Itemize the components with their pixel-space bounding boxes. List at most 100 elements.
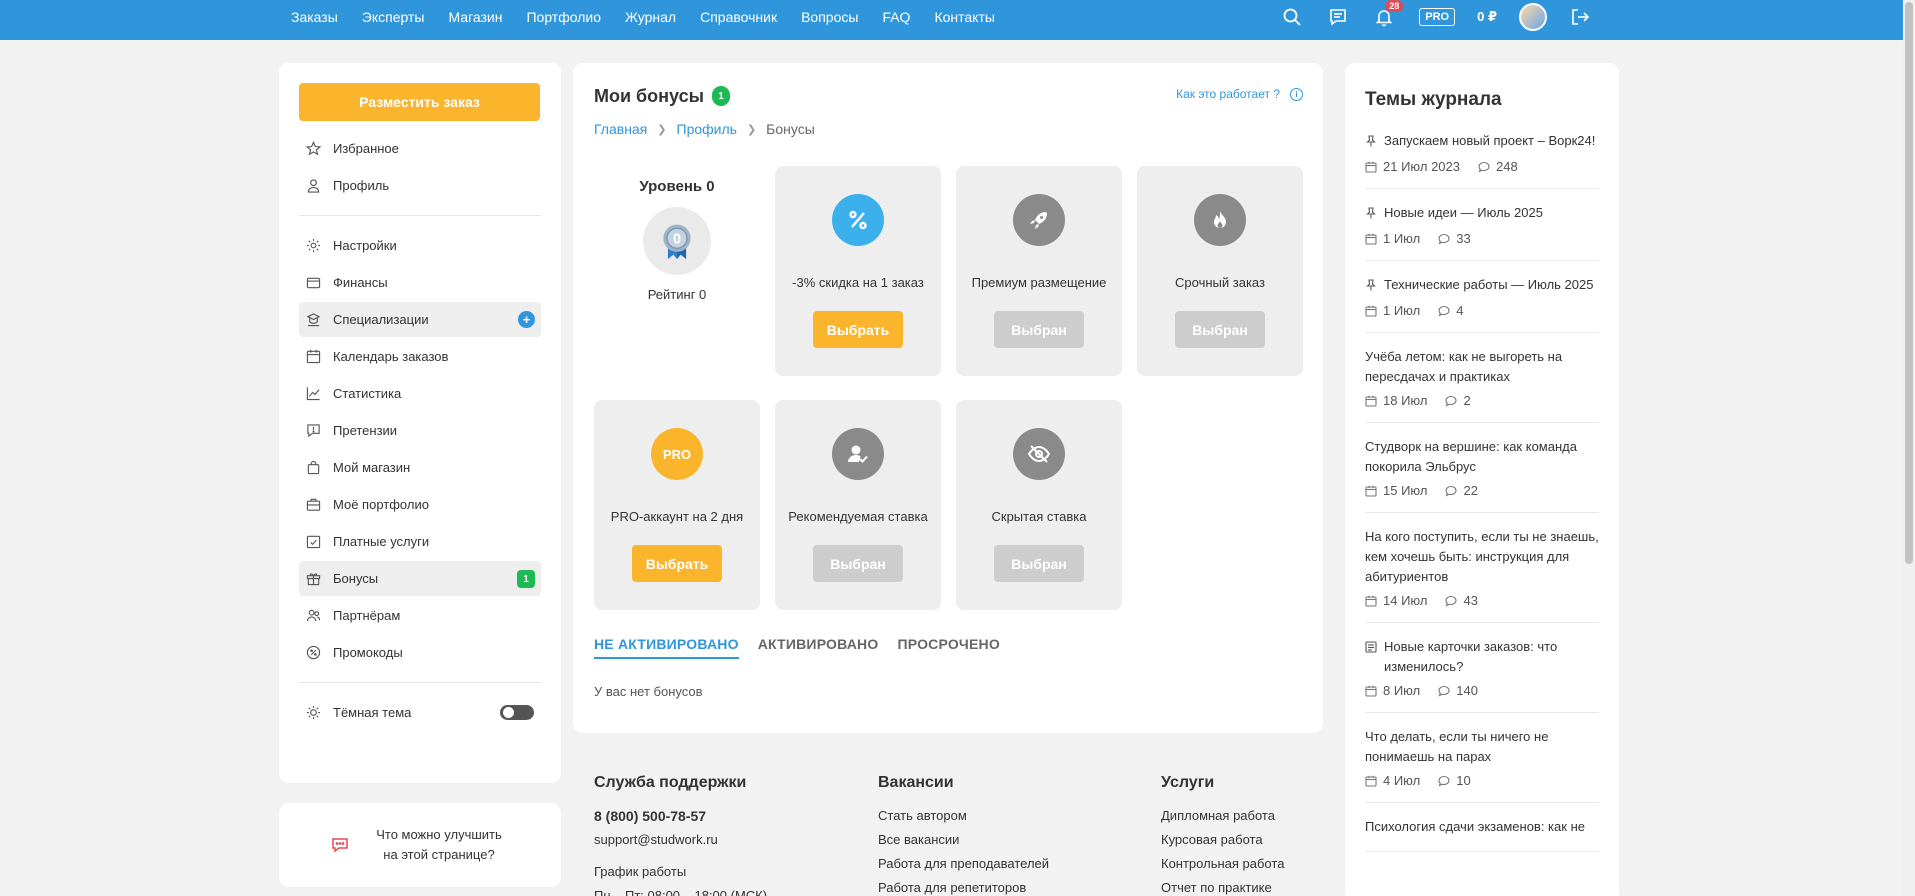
- bonus-card-recommended-bid: Рекомендуемая ставка Выбран: [775, 400, 941, 610]
- sidebar-item-claims[interactable]: Претензии: [299, 413, 541, 448]
- journal-item[interactable]: Студворк на вершине: как команда покорил…: [1365, 437, 1599, 513]
- selected-bonus-button: Выбран: [994, 311, 1084, 348]
- footer-link[interactable]: Отчет по практике: [1161, 876, 1284, 896]
- select-bonus-button[interactable]: Выбрать: [813, 311, 903, 348]
- journal-item-title-text: Новые карточки заказов: что изменилось?: [1384, 639, 1558, 674]
- sidebar: Разместить заказ Избранное Профиль Настр…: [279, 63, 561, 783]
- journal-item-date: 8 Июл: [1383, 683, 1421, 698]
- journal-item[interactable]: Новые идеи — Июль 2025 1 Июл 33: [1365, 203, 1599, 261]
- sidebar-item-finance[interactable]: Финансы: [299, 265, 541, 300]
- journal-panel: Темы журнала Запускаем новый проект – Во…: [1345, 63, 1619, 896]
- journal-item-title[interactable]: Запускаем новый проект – Ворк24!: [1365, 131, 1599, 153]
- sidebar-item-favorites[interactable]: Избранное: [299, 131, 541, 166]
- user-check-icon: [832, 428, 884, 480]
- journal-item-title[interactable]: Технические работы — Июль 2025: [1365, 275, 1599, 297]
- journal-item-title-text: Учёба летом: как не выгореть на пересдач…: [1365, 349, 1563, 384]
- journal-item[interactable]: Технические работы — Июль 2025 1 Июл 4: [1365, 275, 1599, 333]
- journal-item-title[interactable]: На кого поступить, если ты не знаешь, ке…: [1365, 527, 1599, 587]
- sidebar-item-specializations[interactable]: Специализации +: [299, 302, 541, 337]
- logout-icon[interactable]: [1567, 4, 1593, 30]
- support-email[interactable]: support@studwork.ru: [594, 828, 767, 852]
- add-specialization-button[interactable]: +: [518, 311, 535, 328]
- nav-shop[interactable]: Магазин: [448, 9, 502, 25]
- pro-badge[interactable]: PRO: [1419, 8, 1456, 26]
- feedback-card[interactable]: Что можно улучшить на этой странице?: [279, 803, 561, 887]
- footer-link[interactable]: Стать автором: [878, 804, 1049, 828]
- scrollbar-thumb[interactable]: [1905, 2, 1913, 564]
- footer-link[interactable]: Работа для преподавателей: [878, 852, 1049, 876]
- journal-item-title[interactable]: Студворк на вершине: как команда покорил…: [1365, 437, 1599, 477]
- nav-journal[interactable]: Журнал: [625, 9, 676, 25]
- journal-item[interactable]: Новые карточки заказов: что изменилось? 8…: [1365, 637, 1599, 713]
- place-order-button[interactable]: Разместить заказ: [299, 83, 540, 121]
- sidebar-item-bonuses[interactable]: Бонусы 1: [299, 561, 541, 596]
- bag-icon: [305, 460, 321, 476]
- dark-theme-toggle[interactable]: [500, 705, 534, 720]
- sidebar-item-profile[interactable]: Профиль: [299, 168, 541, 203]
- tab-not-activated[interactable]: НЕ АКТИВИРОВАНО: [594, 636, 739, 659]
- sidebar-item-settings[interactable]: Настройки: [299, 228, 541, 263]
- bell-icon[interactable]: 28: [1371, 0, 1404, 30]
- nav-questions[interactable]: Вопросы: [801, 9, 858, 25]
- journal-item-comments: 140: [1456, 683, 1478, 698]
- how-it-works-label: Как это работает ?: [1176, 87, 1280, 101]
- journal-item-title[interactable]: Новые карточки заказов: что изменилось?: [1365, 637, 1599, 677]
- sidebar-item-calendar[interactable]: Календарь заказов: [299, 339, 541, 374]
- level-title: Уровень 0: [639, 178, 715, 195]
- journal-item[interactable]: Запускаем новый проект – Ворк24! 21 Июл 2…: [1365, 131, 1599, 189]
- journal-item[interactable]: На кого поступить, если ты не знаешь, ке…: [1365, 527, 1599, 623]
- sidebar-item-paid-services[interactable]: Платные услуги: [299, 524, 541, 559]
- nav-experts[interactable]: Эксперты: [362, 9, 425, 25]
- select-bonus-button[interactable]: Выбрать: [632, 545, 722, 582]
- search-icon[interactable]: [1279, 4, 1305, 30]
- chat-icon[interactable]: [1325, 4, 1351, 30]
- nav-faq[interactable]: FAQ: [882, 9, 910, 25]
- nav-portfolio[interactable]: Портфолио: [526, 9, 601, 25]
- nav-orders[interactable]: Заказы: [291, 9, 338, 25]
- journal-item-title-text: Новые идеи — Июль 2025: [1384, 205, 1543, 220]
- journal-item[interactable]: Психология сдачи экзаменов: как не: [1365, 817, 1599, 852]
- avatar[interactable]: [1519, 3, 1547, 31]
- medal-icon: 0: [643, 207, 711, 275]
- balance[interactable]: 0 ₽: [1477, 9, 1497, 25]
- journal-item-title[interactable]: Новые идеи — Июль 2025: [1365, 203, 1599, 225]
- journal-list: Запускаем новый проект – Ворк24! 21 Июл 2…: [1365, 131, 1599, 852]
- journal-item-title[interactable]: Учёба летом: как не выгореть на пересдач…: [1365, 347, 1599, 387]
- sidebar-item-label: Календарь заказов: [333, 349, 449, 364]
- footer-link[interactable]: Контрольная работа: [1161, 852, 1284, 876]
- breadcrumb-home[interactable]: Главная: [594, 121, 647, 137]
- footer-support: Служба поддержки 8 (800) 500-78-57 suppo…: [594, 774, 767, 896]
- notification-count: 28: [1385, 0, 1404, 12]
- journal-item[interactable]: Что делать, если ты ничего не понимаешь …: [1365, 727, 1599, 803]
- journal-item[interactable]: Учёба летом: как не выгореть на пересдач…: [1365, 347, 1599, 423]
- calendar-icon: [1365, 775, 1383, 787]
- sidebar-item-statistics[interactable]: Статистика: [299, 376, 541, 411]
- comment-icon: [1445, 395, 1463, 407]
- journal-item-title[interactable]: Психология сдачи экзаменов: как не: [1365, 817, 1599, 837]
- tab-expired[interactable]: ПРОСРОЧЕНО: [897, 636, 999, 659]
- sidebar-item-label: Претензии: [333, 423, 398, 438]
- nav-contacts[interactable]: Контакты: [934, 9, 994, 25]
- tab-activated[interactable]: АКТИВИРОВАНО: [758, 636, 879, 659]
- nav-reference[interactable]: Справочник: [700, 9, 777, 25]
- calendar-icon: [305, 349, 321, 365]
- journal-item-meta: 14 Июл 43: [1365, 593, 1599, 608]
- footer-link[interactable]: Работа для репетиторов: [878, 876, 1049, 896]
- sidebar-item-my-shop[interactable]: Мой магазин: [299, 450, 541, 485]
- footer-link[interactable]: Дипломная работа: [1161, 804, 1284, 828]
- bonus-label: Срочный заказ: [1175, 275, 1265, 290]
- bonus-label: Скрытая ставка: [991, 509, 1087, 524]
- footer-link[interactable]: Курсовая работа: [1161, 828, 1284, 852]
- journal-item-title[interactable]: Что делать, если ты ничего не понимаешь …: [1365, 727, 1599, 767]
- how-it-works-link[interactable]: Как это работает ? i: [1176, 87, 1303, 101]
- journal-item-comments: 248: [1496, 159, 1518, 174]
- calendar-icon: [1365, 305, 1383, 317]
- footer-link[interactable]: Все вакансии: [878, 828, 1049, 852]
- pin-icon: [1365, 131, 1379, 153]
- breadcrumb-profile[interactable]: Профиль: [677, 121, 737, 137]
- sidebar-item-promocodes[interactable]: Промокоды: [299, 635, 541, 670]
- support-phone[interactable]: 8 (800) 500-78-57: [594, 804, 767, 828]
- sidebar-item-portfolio[interactable]: Моё портфолио: [299, 487, 541, 522]
- sidebar-item-partners[interactable]: Партнёрам: [299, 598, 541, 633]
- page-scrollbar[interactable]: [1903, 0, 1915, 896]
